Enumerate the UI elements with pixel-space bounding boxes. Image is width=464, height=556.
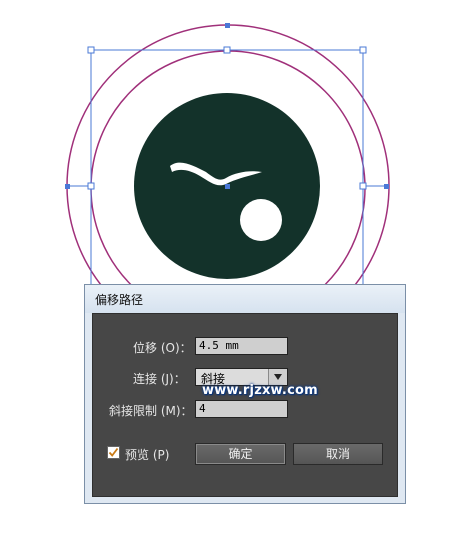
preview-label[interactable]: 预览 (P) xyxy=(125,446,169,463)
selection-handle-middle-right[interactable] xyxy=(359,182,367,190)
highlight-circle-shape[interactable] xyxy=(240,199,282,241)
center-point[interactable] xyxy=(225,184,230,189)
join-label: 连接 (J)： xyxy=(133,372,186,386)
anchor-point-top[interactable] xyxy=(225,23,230,28)
offset-input[interactable]: 4.5 mm xyxy=(195,337,288,355)
cancel-button[interactable]: 取消 xyxy=(293,443,383,465)
offset-label: 位移 (O)： xyxy=(133,341,192,355)
miter-limit-input[interactable]: 4 xyxy=(195,400,288,418)
selection-handle-top-right[interactable] xyxy=(359,46,367,54)
checkmark-icon xyxy=(108,447,119,457)
watermark-text: www.rjzxw.com xyxy=(202,383,318,398)
selection-handle-top-center[interactable] xyxy=(223,46,231,54)
anchor-point-left[interactable] xyxy=(65,184,70,189)
selection-handle-top-left[interactable] xyxy=(87,46,95,54)
preview-checkbox[interactable] xyxy=(107,446,120,459)
dialog-title: 偏移路径 xyxy=(95,293,144,307)
dialog-titlebar[interactable]: 偏移路径 xyxy=(85,285,405,313)
selection-handle-middle-left[interactable] xyxy=(87,182,95,190)
canvas: 偏移路径 位移 (O)： 4.5 mm 连接 (J)： 斜接 斜接限制 (M)：… xyxy=(0,0,464,556)
ok-button[interactable]: 确定 xyxy=(195,443,286,465)
anchor-point-right[interactable] xyxy=(384,184,389,189)
miter-limit-label: 斜接限制 (M)： xyxy=(109,404,193,418)
